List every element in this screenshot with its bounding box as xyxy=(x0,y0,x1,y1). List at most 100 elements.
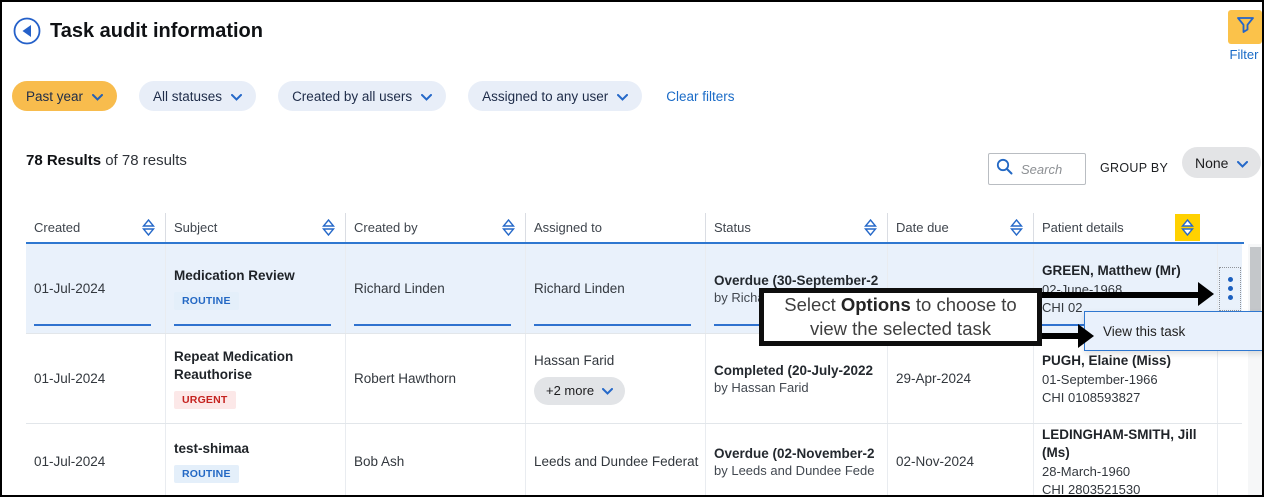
patient-dob: 01-September-1966 xyxy=(1042,372,1217,387)
annotation-arrowhead-to-options xyxy=(1198,282,1214,306)
cell-created-by: Robert Hawthorn xyxy=(346,334,526,423)
filter-pill-created-by[interactable]: Created by all users xyxy=(278,81,446,111)
cell-date-due: 02-Nov-2024 xyxy=(888,424,1034,497)
column-header-status[interactable]: Status xyxy=(706,213,888,242)
group-by-label: GROUP BY xyxy=(1100,161,1168,175)
filter-pill-bar: Past year All statuses Created by all us… xyxy=(12,81,734,111)
sort-icon-highlighted[interactable] xyxy=(1175,214,1200,241)
cell-assigned-to: Leeds and Dundee Federat xyxy=(526,424,706,497)
assigned-more-dropdown[interactable]: +2 more xyxy=(534,377,625,405)
created-date: 01-Jul-2024 xyxy=(34,454,165,469)
sort-icon[interactable] xyxy=(142,219,155,236)
cell-date-due: 29-Apr-2024 xyxy=(888,334,1034,423)
results-count: 78 Results of 78 results xyxy=(26,152,187,169)
annotation-text: Select Options to choose to view the sel… xyxy=(768,293,1033,340)
patient-name: GREEN, Matthew (Mr) xyxy=(1042,262,1217,280)
status-by: by Leeds and Dundee Fede xyxy=(714,463,887,478)
column-label: Status xyxy=(714,220,751,235)
priority-badge: URGENT xyxy=(174,391,236,409)
status-text: Completed (20-July-2022 xyxy=(714,363,887,378)
assigned-to-name: Leeds and Dundee Federat xyxy=(534,454,705,469)
assigned-more-label: +2 more xyxy=(546,383,594,398)
column-header-created[interactable]: Created xyxy=(26,213,166,242)
sort-icon[interactable] xyxy=(1010,219,1023,236)
created-by-name: Bob Ash xyxy=(354,454,525,469)
patient-chi: CHI 0108593827 xyxy=(1042,390,1217,405)
cell-subject: test-shimaa ROUTINE xyxy=(166,424,346,497)
cell-created-by: Bob Ash xyxy=(346,424,526,497)
clear-filters-link[interactable]: Clear filters xyxy=(666,89,734,104)
sort-icon[interactable] xyxy=(322,219,335,236)
column-label: Date due xyxy=(896,220,949,235)
chevron-down-icon xyxy=(617,89,628,104)
chevron-down-icon xyxy=(421,89,432,104)
assigned-to-name: Hassan Farid xyxy=(534,353,705,368)
options-menu: View this task xyxy=(1084,311,1264,351)
options-cell xyxy=(1217,424,1242,497)
ellipsis-dot xyxy=(1228,295,1233,300)
cell-status: Completed (20-July-2022 by Hassan Farid xyxy=(706,334,888,423)
options-ellipsis-button[interactable] xyxy=(1219,267,1241,311)
annotation-arrowhead-to-menu xyxy=(1078,324,1094,348)
filter-button-label[interactable]: Filter xyxy=(1222,47,1264,62)
table-row[interactable]: 01-Jul-2024 Medication Review ROUTINE Ri… xyxy=(26,244,1242,333)
group-by-dropdown[interactable]: None xyxy=(1182,147,1261,178)
pill-label: Past year xyxy=(26,89,83,104)
patient-info: LEDINGHAM-SMITH, Jill (Ms) 28-March-1960… xyxy=(1034,424,1217,497)
annotation-callout: Select Options to choose to view the sel… xyxy=(759,288,1042,346)
cell-created: 01-Jul-2024 xyxy=(26,334,166,423)
pill-label: Created by all users xyxy=(292,89,412,104)
column-label: Created xyxy=(34,220,80,235)
status-text: Overdue (02-November-2 xyxy=(714,446,887,461)
column-header-assigned-to[interactable]: Assigned to xyxy=(526,213,706,242)
sort-icon[interactable] xyxy=(502,219,515,236)
page-title: Task audit information xyxy=(50,20,263,43)
search-box[interactable] xyxy=(988,153,1086,185)
patient-chi: CHI 2803521530 xyxy=(1042,482,1217,497)
date-due: 29-Apr-2024 xyxy=(896,371,1033,386)
cell-subject: Repeat Medication Reauthorise URGENT xyxy=(166,334,346,423)
chevron-down-icon xyxy=(92,89,103,104)
funnel-icon xyxy=(1236,16,1255,39)
filter-pill-statuses[interactable]: All statuses xyxy=(139,81,256,111)
priority-badge: ROUTINE xyxy=(174,292,239,310)
created-by-name: Robert Hawthorn xyxy=(354,371,525,386)
annotation-arrow-to-options xyxy=(1040,292,1198,298)
filter-pill-assigned-to[interactable]: Assigned to any user xyxy=(468,81,642,111)
column-header-created-by[interactable]: Created by xyxy=(346,213,526,242)
cell-created: 01-Jul-2024 xyxy=(26,244,166,333)
chevron-down-icon xyxy=(1237,155,1248,171)
pill-label: Assigned to any user xyxy=(482,89,608,104)
column-header-patient-details[interactable]: Patient details xyxy=(1034,213,1242,242)
group-by-value: None xyxy=(1195,155,1228,171)
ellipsis-dot xyxy=(1228,286,1233,291)
priority-badge: ROUTINE xyxy=(174,465,239,483)
column-header-subject[interactable]: Subject xyxy=(166,213,346,242)
menu-item-view-this-task[interactable]: View this task xyxy=(1103,324,1185,339)
cell-assigned-to: Hassan Farid +2 more xyxy=(526,334,706,423)
table-row[interactable]: 01-Jul-2024 Repeat Medication Reauthoris… xyxy=(26,333,1242,423)
cell-patient-details: LEDINGHAM-SMITH, Jill (Ms) 28-March-1960… xyxy=(1034,424,1242,497)
column-header-date-due[interactable]: Date due xyxy=(888,213,1034,242)
sort-icon[interactable] xyxy=(864,219,877,236)
date-due: 02-Nov-2024 xyxy=(896,454,1033,469)
chevron-down-icon xyxy=(602,383,613,398)
column-label: Created by xyxy=(354,220,418,235)
patient-name: PUGH, Elaine (Miss) xyxy=(1042,352,1217,370)
back-button[interactable] xyxy=(13,17,41,45)
patient-dob: 28-March-1960 xyxy=(1042,464,1217,479)
subject-text: Medication Review xyxy=(174,267,345,285)
table-row[interactable]: 01-Jul-2024 test-shimaa ROUTINE Bob Ash … xyxy=(26,423,1242,497)
column-label: Subject xyxy=(174,220,217,235)
assigned-to-name: Richard Linden xyxy=(534,281,705,296)
created-by-name: Richard Linden xyxy=(354,281,525,296)
filter-button[interactable] xyxy=(1228,10,1262,44)
table-header: Created Subject Created by Assigned to S… xyxy=(26,213,1242,242)
subject-text: test-shimaa xyxy=(174,440,345,458)
patient-name: LEDINGHAM-SMITH, Jill (Ms) xyxy=(1042,426,1217,461)
filter-pill-past-year[interactable]: Past year xyxy=(12,81,117,111)
cell-created: 01-Jul-2024 xyxy=(26,424,166,497)
results-count-bold: 78 Results xyxy=(26,152,101,169)
subject-text: Repeat Medication Reauthorise xyxy=(174,348,345,383)
search-input[interactable] xyxy=(1019,161,1078,178)
